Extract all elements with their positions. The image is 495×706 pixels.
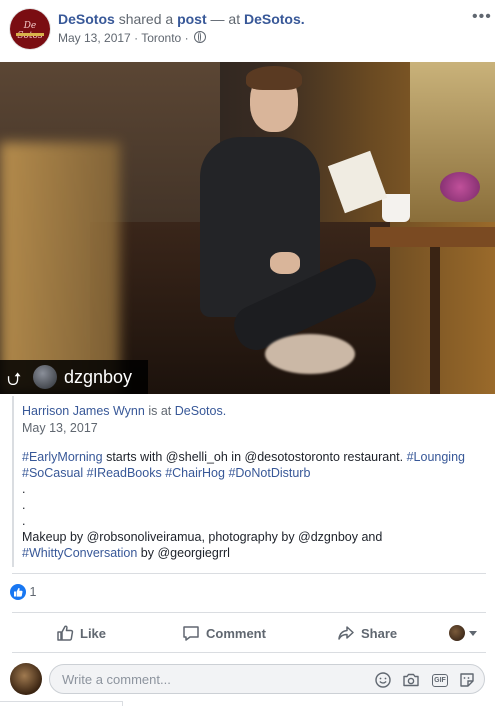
camera-icon[interactable] (402, 671, 420, 689)
divider (12, 612, 486, 613)
comment-icon (183, 626, 199, 641)
caption-line-1: #EarlyMorning starts with @shelli_oh in … (22, 449, 484, 465)
photo-book (327, 150, 388, 214)
share-icon (338, 626, 354, 640)
shared-text: shared a (118, 11, 174, 27)
divider (12, 573, 486, 574)
quoted-author-line: Harrison James Wynn is at DeSotos. (22, 404, 226, 418)
caption-dot: . (22, 482, 26, 496)
like-button[interactable]: Like (56, 624, 106, 642)
hashtag-link[interactable]: #ChairHog (165, 466, 225, 480)
post-meta: May 13, 2017 · Toronto · (58, 31, 206, 45)
bottom-edge (0, 701, 123, 706)
hashtag-link[interactable]: #DoNotDisturb (228, 466, 310, 480)
post-date[interactable]: May 13, 2017 (58, 31, 131, 45)
location-link[interactable]: DeSotos. (244, 11, 305, 27)
share-button[interactable]: Share (337, 624, 397, 642)
quote-border (12, 396, 14, 567)
chevron-down-icon[interactable] (469, 631, 477, 636)
viewer-avatar[interactable] (449, 625, 465, 641)
ig-username: dzgnboy (64, 367, 133, 387)
hashtag-link[interactable]: #SoCasual (22, 466, 83, 480)
globe-icon[interactable] (193, 31, 206, 43)
sticker-icon[interactable] (458, 671, 476, 689)
caption-dot: . (22, 514, 26, 528)
comment-label: Comment (206, 626, 266, 641)
post-photo[interactable]: ⮍ dzgnboy (0, 62, 495, 394)
post-title-line: DeSotos shared a post — at DeSotos. (58, 11, 305, 27)
like-reaction-icon (10, 584, 26, 600)
at-text: — at (210, 11, 241, 27)
photo-cup (382, 194, 410, 222)
photo-table (370, 227, 495, 247)
hashtag-link[interactable]: #IReadBooks (87, 466, 162, 480)
meta-separator: · (134, 31, 139, 45)
emoji-icon[interactable] (374, 671, 392, 689)
post-actions: Like Comment Share (0, 615, 495, 651)
ig-user-avatar (33, 365, 57, 389)
post-link[interactable]: post (177, 11, 207, 27)
like-label: Like (80, 626, 107, 641)
photo-man-hair (246, 66, 302, 90)
photo-foreground-blur (0, 142, 120, 394)
thumbs-up-icon (57, 625, 74, 641)
photo-table-leg (430, 247, 440, 394)
page-name-link[interactable]: DeSotos (58, 11, 115, 27)
photo-hand (270, 252, 300, 274)
current-user-avatar[interactable] (10, 663, 42, 695)
quoted-date: May 13, 2017 (22, 421, 98, 435)
photo-shoe (265, 334, 355, 374)
comment-input[interactable] (60, 671, 354, 688)
like-count: 1 (29, 585, 37, 599)
quoted-caption: #EarlyMorning starts with @shelli_oh in … (22, 449, 484, 561)
hashtag-link[interactable]: #EarlyMorning (22, 450, 103, 464)
comment-composer: GIF (0, 657, 495, 705)
caption-line-2: #SoCasual #IReadBooks #ChairHog #DoNotDi… (22, 465, 484, 481)
caption-credits: Makeup by @robsonoliveiramua, photograph… (22, 530, 383, 544)
share-label: Share (361, 626, 398, 641)
page-logo-bar (16, 33, 44, 36)
post-city[interactable]: Toronto (141, 31, 181, 45)
gif-icon[interactable]: GIF (432, 674, 448, 687)
quoted-place-link[interactable]: DeSotos. (175, 404, 226, 418)
page-logo-text: De Sotos (17, 21, 43, 41)
comment-box[interactable]: GIF (49, 664, 485, 694)
caption-dot: . (22, 498, 26, 512)
quoted-is-at: is at (148, 404, 172, 418)
comment-button[interactable]: Comment (182, 624, 266, 642)
more-options-icon[interactable]: ••• (472, 8, 492, 26)
photo-flowers (440, 172, 480, 202)
hashtag-link[interactable]: #WhittyConversation (22, 546, 137, 560)
post-header: De Sotos DeSotos shared a post — at DeSo… (0, 0, 495, 62)
divider (12, 652, 486, 653)
caption-credits-2: #WhittyConversation by @georgiegrrl (22, 545, 484, 561)
reactions-summary[interactable]: 1 (10, 584, 36, 600)
page-avatar[interactable]: De Sotos (10, 9, 50, 49)
meta-separator-2: · (184, 31, 189, 45)
hashtag-link[interactable]: #Lounging (407, 450, 465, 464)
caption-text: starts with @shelli_oh in @desotostoront… (102, 450, 407, 464)
quoted-author-link[interactable]: Harrison James Wynn (22, 404, 145, 418)
repost-icon: ⮍ (7, 369, 22, 389)
caption-credits-tail: by @georgiegrrl (137, 546, 230, 560)
instagram-repost-tag: ⮍ dzgnboy (0, 360, 148, 394)
